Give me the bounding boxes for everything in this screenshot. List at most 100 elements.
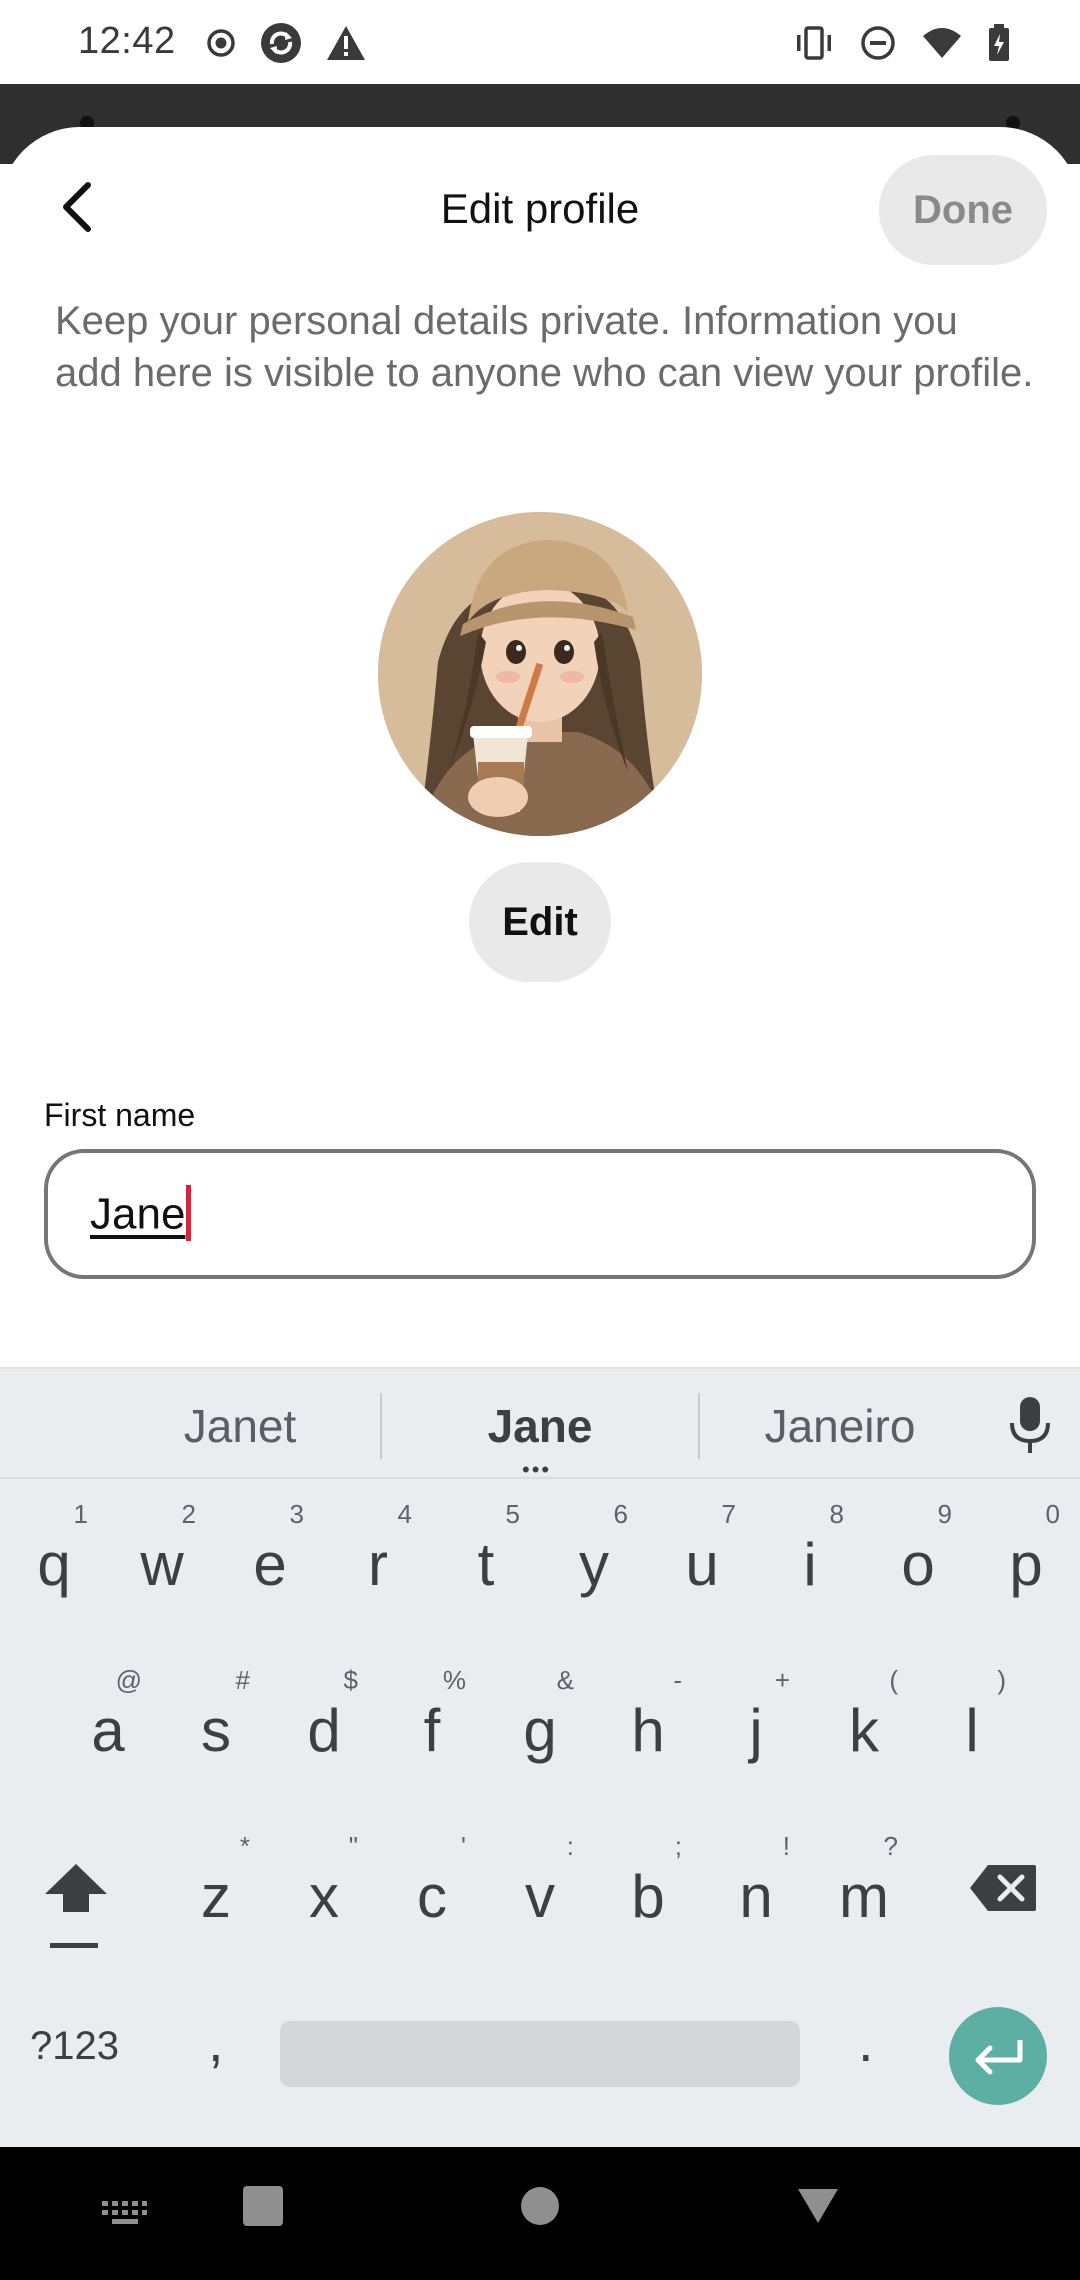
key-hint: &	[556, 1665, 574, 1695]
key-label: h	[631, 1696, 665, 1764]
key-o[interactable]: 9o	[868, 1491, 968, 1621]
key-label: c	[417, 1862, 447, 1930]
key-k[interactable]: (k	[814, 1657, 914, 1787]
key-hint: 9	[937, 1499, 952, 1529]
key-hint: %	[442, 1665, 466, 1695]
period-key[interactable]: .	[858, 2009, 874, 2074]
key-hint: ;	[674, 1831, 682, 1861]
suggestion-1[interactable]: Janet	[150, 1399, 330, 1453]
first-name-input[interactable]: Jane	[44, 1149, 1036, 1279]
symbols-key[interactable]: ?123	[30, 2024, 119, 2069]
key-hint: -	[673, 1665, 682, 1695]
key-hint: 1	[73, 1499, 88, 1529]
more-suggestions-indicator: •••	[522, 1457, 552, 1482]
key-label: b	[631, 1862, 665, 1930]
status-time: 12:42	[78, 20, 176, 62]
key-hint: $	[343, 1665, 358, 1695]
navigation-bar	[0, 2147, 1080, 2280]
keyboard-switch-icon[interactable]	[100, 2197, 148, 2227]
key-hint: 4	[397, 1499, 412, 1529]
key-label: i	[803, 1530, 817, 1598]
key-hint: 0	[1045, 1499, 1060, 1529]
key-hint: 2	[181, 1499, 196, 1529]
key-l[interactable]: ) l	[922, 1657, 1022, 1787]
key-hint: *	[239, 1831, 250, 1861]
key-w[interactable]: 2w	[112, 1491, 212, 1621]
key-label: m	[839, 1862, 889, 1930]
key-z[interactable]: * z	[166, 1823, 266, 1953]
key-j[interactable]: + j	[706, 1657, 806, 1787]
key-label: q	[37, 1530, 71, 1598]
key-i[interactable]: 8i	[760, 1491, 860, 1621]
key-label: d	[307, 1696, 341, 1764]
recents-icon[interactable]	[242, 2185, 284, 2227]
key-q[interactable]: 1q	[4, 1491, 104, 1621]
back-icon[interactable]	[796, 2187, 840, 2225]
keyboard: Janet Jane ••• Janeiro 1q 2w 3e 4r 5t 6y…	[0, 1367, 1080, 2147]
key-d[interactable]: $ d	[274, 1657, 374, 1787]
warning-icon	[327, 26, 365, 60]
status-icons-right	[794, 22, 1010, 64]
dnd-icon	[861, 26, 895, 60]
sync-icon	[261, 23, 301, 63]
key-hint: 3	[289, 1499, 304, 1529]
key-e[interactable]: 3e	[220, 1491, 320, 1621]
text-caret	[186, 1185, 192, 1241]
key-v[interactable]: :v	[490, 1823, 590, 1953]
key-label: a	[91, 1696, 125, 1764]
key-label: o	[901, 1530, 935, 1598]
comma-key[interactable]: ,	[208, 2009, 224, 2074]
key-x[interactable]: " x	[274, 1823, 374, 1953]
key-f[interactable]: % f	[382, 1657, 482, 1787]
key-hint: '	[461, 1831, 466, 1861]
done-button[interactable]: Done	[879, 155, 1047, 265]
first-name-label: First name	[44, 1097, 196, 1133]
suggestion-divider	[698, 1393, 700, 1459]
first-name-value: Jane	[90, 1185, 192, 1245]
key-m[interactable]: ? m	[814, 1823, 914, 1953]
key-h[interactable]: -h	[598, 1657, 698, 1787]
key-hint: 7	[721, 1499, 736, 1529]
edit-profile-sheet: Edit profile Done Keep your personal det…	[0, 127, 1080, 1367]
key-c[interactable]: ' c	[382, 1823, 482, 1953]
backspace-icon	[970, 1865, 1036, 1911]
key-n[interactable]: ! n	[706, 1823, 806, 1953]
backspace-key[interactable]	[948, 1823, 1058, 1953]
key-label: x	[309, 1862, 339, 1930]
key-p[interactable]: 0p	[976, 1491, 1076, 1621]
key-label: k	[849, 1696, 879, 1764]
key-hint: +	[774, 1665, 790, 1695]
key-label: y	[579, 1530, 609, 1598]
key-hint: )	[997, 1665, 1006, 1695]
key-label: l	[965, 1696, 979, 1764]
suggestion-3[interactable]: Janeiro	[740, 1399, 940, 1453]
edit-photo-button[interactable]: Edit	[469, 862, 611, 982]
key-hint: #	[235, 1665, 250, 1695]
shift-icon	[45, 1864, 107, 1912]
key-t[interactable]: 5t	[436, 1491, 536, 1621]
suggestion-2[interactable]: Jane	[440, 1399, 640, 1453]
key-r[interactable]: 4r	[328, 1491, 428, 1621]
key-label: t	[477, 1530, 495, 1598]
home-icon[interactable]	[520, 2185, 560, 2227]
shift-key[interactable]	[24, 1823, 128, 1953]
microphone-icon[interactable]	[1004, 1395, 1056, 1455]
key-b[interactable]: ; b	[598, 1823, 698, 1953]
status-icons-left	[206, 22, 366, 64]
key-label: s	[201, 1696, 231, 1764]
key-a[interactable]: @ a	[58, 1657, 158, 1787]
key-g[interactable]: & g	[490, 1657, 590, 1787]
wifi-icon	[923, 28, 961, 58]
key-u[interactable]: 7u	[652, 1491, 752, 1621]
key-y[interactable]: 6y	[544, 1491, 644, 1621]
key-label: f	[423, 1696, 441, 1764]
space-key[interactable]	[280, 2021, 800, 2087]
vibrate-icon	[797, 26, 831, 60]
avatar[interactable]	[378, 512, 702, 836]
status-bar: 12:42	[0, 0, 1080, 84]
key-hint: 8	[829, 1499, 844, 1529]
first-name-text: Jane	[90, 1189, 186, 1239]
key-s[interactable]: # s	[166, 1657, 266, 1787]
suggestion-divider	[380, 1393, 382, 1459]
enter-key[interactable]	[949, 2007, 1047, 2105]
